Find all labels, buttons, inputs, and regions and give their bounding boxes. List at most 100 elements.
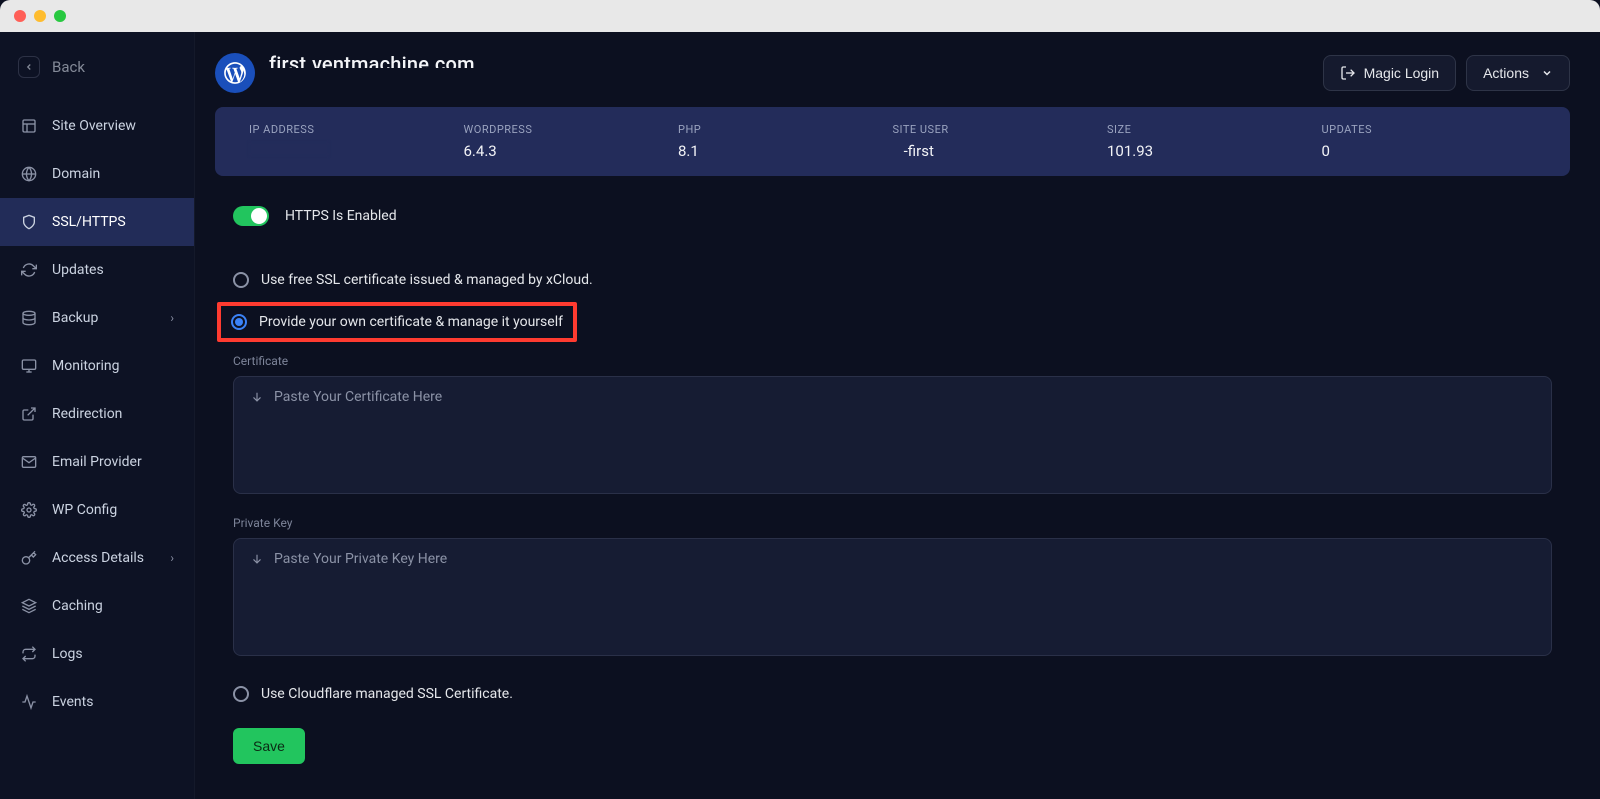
stat-ip: IP ADDRESS (249, 123, 464, 160)
sidebar-item-label: Site Overview (52, 118, 136, 134)
sidebar-item-wp-config[interactable]: WP Config (0, 486, 194, 534)
sidebar-item-label: Caching (52, 598, 103, 614)
sidebar-item-backup[interactable]: Backup › (0, 294, 194, 342)
stat-size: SIZE 101.93 (1107, 123, 1322, 160)
private-key-label: Private Key (233, 516, 1552, 530)
stats-strip: IP ADDRESS WORDPRESS 6.4.3 PHP 8.1 SITE … (215, 107, 1570, 176)
window-titlebar (0, 0, 1600, 32)
main-content: first.ventmachine.com 📍Vultr Server 🌐Vis… (195, 32, 1600, 799)
external-link-icon (20, 405, 38, 423)
shield-icon (20, 213, 38, 231)
layout-icon (20, 117, 38, 135)
sidebar-item-label: SSL/HTTPS (52, 214, 126, 230)
highlight-annotation: Provide your own certificate & manage it… (217, 302, 577, 342)
stat-site-user: SITE USER -first (893, 123, 1108, 160)
sidebar-item-redirection[interactable]: Redirection (0, 390, 194, 438)
sidebar-item-label: Redirection (52, 406, 122, 422)
save-button[interactable]: Save (233, 728, 305, 764)
layers-icon (20, 597, 38, 615)
stat-label: PHP (678, 123, 893, 136)
actions-label: Actions (1483, 65, 1529, 81)
sidebar-item-label: Logs (52, 646, 83, 662)
stat-label: SITE USER (893, 123, 1108, 136)
sidebar-item-label: Email Provider (52, 454, 142, 470)
stat-value: 101.93 (1107, 142, 1322, 160)
ssl-option-free[interactable]: Use free SSL certificate issued & manage… (233, 264, 1552, 296)
option-cloudflare-label: Use Cloudflare managed SSL Certificate. (261, 686, 513, 702)
window-zoom[interactable] (54, 10, 66, 22)
sidebar-item-caching[interactable]: Caching (0, 582, 194, 630)
activity-icon (20, 693, 38, 711)
site-header: first.ventmachine.com 📍Vultr Server 🌐Vis… (215, 32, 1570, 107)
radio-checked-icon (231, 314, 247, 330)
stat-value: 6.4.3 (464, 142, 679, 160)
certificate-label: Certificate (233, 354, 1552, 368)
mail-icon (20, 453, 38, 471)
sidebar-item-ssl-https[interactable]: SSL/HTTPS (0, 198, 194, 246)
ssl-option-custom[interactable]: Provide your own certificate & manage it… (231, 314, 563, 330)
key-icon (20, 549, 38, 567)
stat-value: 8.1 (678, 142, 893, 160)
logout-icon (1340, 65, 1356, 81)
stat-label: SIZE (1107, 123, 1322, 136)
window-minimize[interactable] (34, 10, 46, 22)
refresh-icon (20, 261, 38, 279)
stat-updates: UPDATES 0 (1322, 123, 1537, 160)
sidebar: Back Site Overview Domain SSL/HTTPS Upda (0, 32, 195, 799)
sidebar-item-site-overview[interactable]: Site Overview (0, 102, 194, 150)
chevron-right-icon: › (170, 311, 174, 325)
https-toggle-row: HTTPS Is Enabled (233, 206, 1552, 226)
stat-value (249, 142, 464, 160)
certificate-textarea[interactable] (274, 389, 1535, 481)
private-key-input-wrap (233, 538, 1552, 656)
sidebar-item-domain[interactable]: Domain (0, 150, 194, 198)
wordpress-logo-icon (215, 53, 255, 93)
stat-wordpress: WORDPRESS 6.4.3 (464, 123, 679, 160)
sidebar-item-label: Access Details (52, 550, 144, 566)
chevron-right-icon: › (170, 551, 174, 565)
chevron-down-icon (1541, 67, 1553, 79)
globe-icon (20, 165, 38, 183)
stat-label: IP ADDRESS (249, 123, 464, 136)
sidebar-item-access-details[interactable]: Access Details › (0, 534, 194, 582)
radio-icon (233, 686, 249, 702)
magic-login-label: Magic Login (1364, 65, 1440, 81)
sidebar-item-updates[interactable]: Updates (0, 246, 194, 294)
stat-label: UPDATES (1322, 123, 1537, 136)
stat-value: 0 (1322, 142, 1537, 160)
swap-icon (20, 645, 38, 663)
ssl-option-cloudflare[interactable]: Use Cloudflare managed SSL Certificate. (233, 678, 1552, 710)
sidebar-item-label: Events (52, 694, 93, 710)
sidebar-item-label: Monitoring (52, 358, 120, 374)
stat-label: WORDPRESS (464, 123, 679, 136)
radio-icon (233, 272, 249, 288)
sidebar-item-logs[interactable]: Logs (0, 630, 194, 678)
redacted-overlay (269, 68, 554, 106)
actions-dropdown[interactable]: Actions (1466, 55, 1570, 91)
https-toggle[interactable] (233, 206, 269, 226)
download-arrow-icon (250, 391, 264, 481)
sidebar-item-label: WP Config (52, 502, 117, 518)
option-free-label: Use free SSL certificate issued & manage… (261, 272, 593, 288)
sidebar-item-monitoring[interactable]: Monitoring (0, 342, 194, 390)
back-button[interactable]: Back (0, 50, 194, 102)
download-arrow-icon (250, 553, 264, 643)
https-toggle-label: HTTPS Is Enabled (285, 208, 397, 224)
magic-login-button[interactable]: Magic Login (1323, 55, 1457, 91)
option-custom-label: Provide your own certificate & manage it… (259, 314, 563, 330)
settings-icon (20, 501, 38, 519)
chevron-left-icon (18, 56, 40, 78)
sidebar-item-label: Domain (52, 166, 100, 182)
sidebar-item-email-provider[interactable]: Email Provider (0, 438, 194, 486)
sidebar-item-events[interactable]: Events (0, 678, 194, 726)
sidebar-item-label: Updates (52, 262, 104, 278)
back-label: Back (52, 58, 85, 76)
stat-value: -first (893, 142, 1108, 160)
private-key-textarea[interactable] (274, 551, 1535, 643)
database-icon (20, 309, 38, 327)
sidebar-item-label: Backup (52, 310, 98, 326)
certificate-input-wrap (233, 376, 1552, 494)
monitor-icon (20, 357, 38, 375)
stat-php: PHP 8.1 (678, 123, 893, 160)
window-close[interactable] (14, 10, 26, 22)
